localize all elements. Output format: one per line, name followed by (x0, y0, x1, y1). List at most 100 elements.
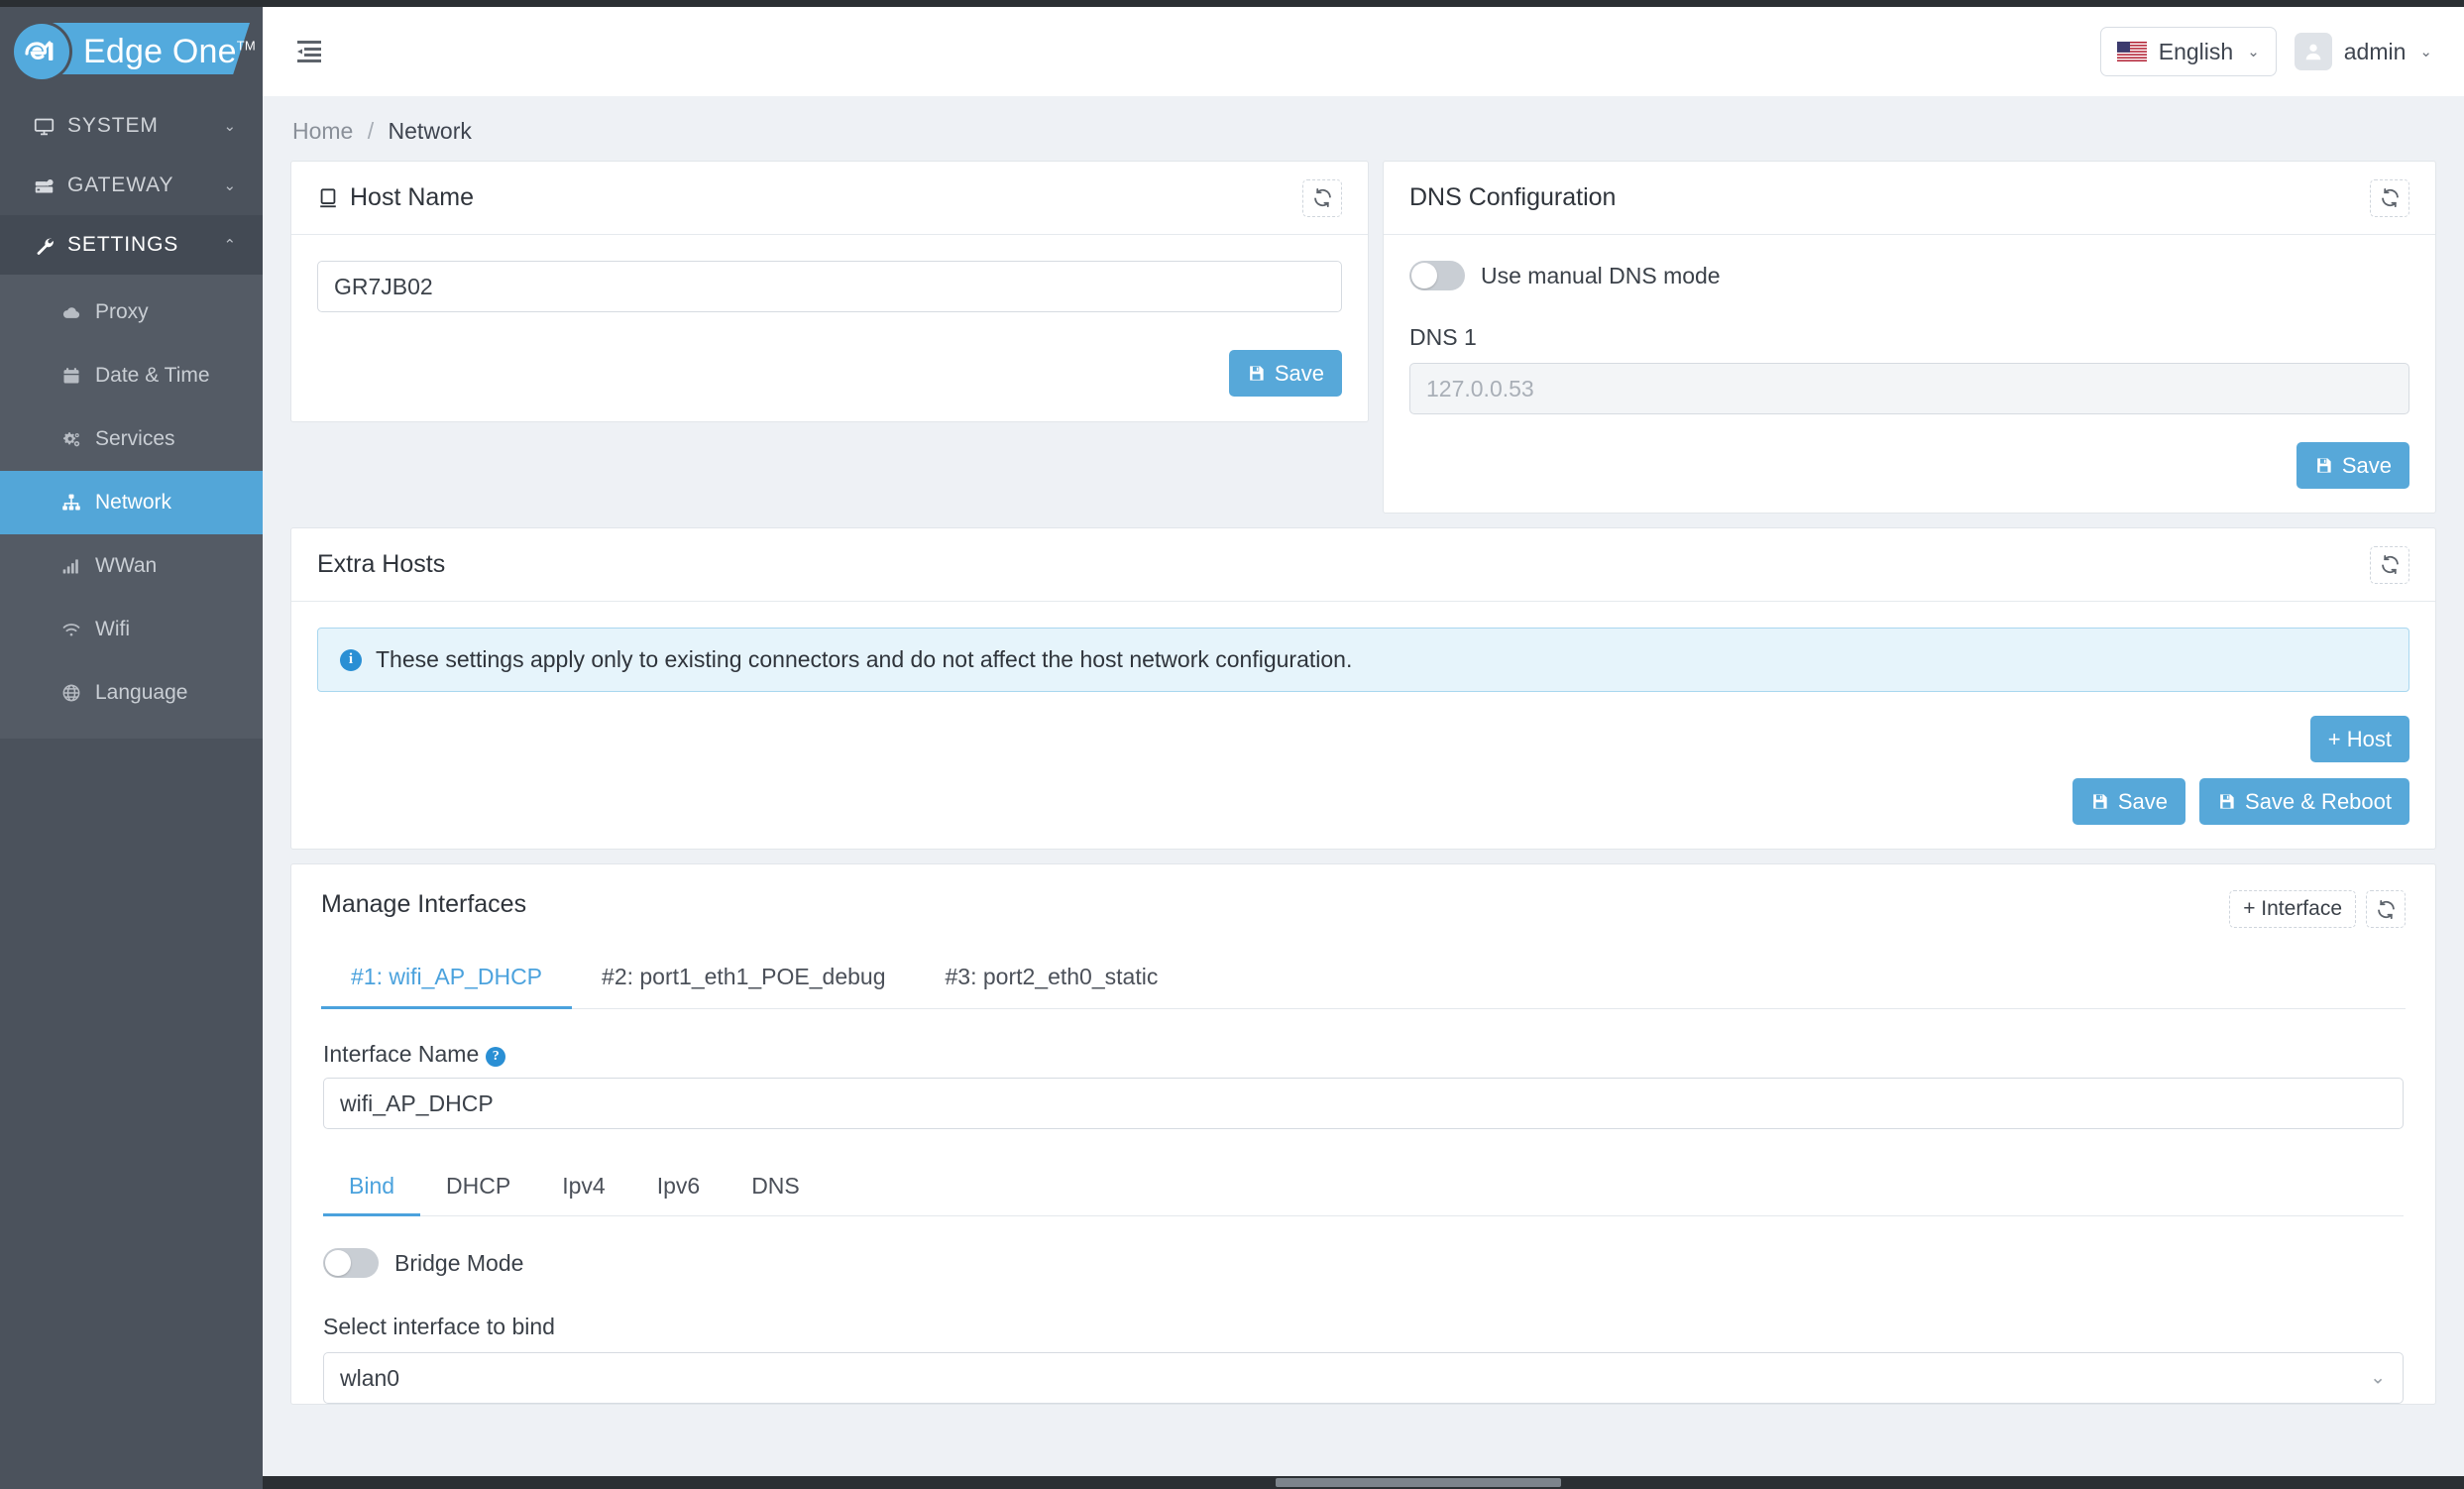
subtab-bind[interactable]: Bind (323, 1161, 421, 1216)
interface-name-label: Interface Name? (323, 1041, 2404, 1068)
select-interface-to-bind[interactable] (323, 1352, 2404, 1404)
subtab-ipv6[interactable]: Ipv6 (631, 1161, 726, 1216)
extra-hosts-actions: Save Save & Reboot (317, 778, 2409, 825)
sidebar-group-settings[interactable]: SETTINGS ⌃ (0, 215, 263, 275)
chevron-down-icon: ⌄ (223, 118, 237, 135)
user-name: admin (2343, 38, 2407, 64)
host-name-save-button[interactable]: Save (1228, 350, 1342, 397)
horizontal-scrollbar[interactable] (263, 1476, 2464, 1489)
sidebar-item-label: Date & Time (95, 364, 210, 387)
dns-card-actions: Save (1409, 442, 2409, 489)
e1-logo-icon (14, 24, 69, 79)
cloud-icon (61, 302, 95, 322)
sidebar-group-gateway[interactable]: GATEWAY ⌄ (0, 156, 263, 215)
bridge-mode-row: Bridge Mode (323, 1248, 2404, 1278)
dns-save-label: Save (2341, 452, 2392, 478)
host-name-card: Host Name GR7JB02 Save (290, 161, 1369, 422)
avatar (2294, 33, 2332, 70)
select-interface-label: Select interface to bind (323, 1314, 555, 1339)
language-selector[interactable]: English ⌄ (2099, 27, 2277, 76)
dns-card-title-text: DNS Configuration (1409, 183, 1617, 211)
add-interface-button[interactable]: + Interface (2229, 890, 2356, 928)
help-circle-icon[interactable]: ? (486, 1047, 506, 1067)
sidebar-item-label: Proxy (95, 300, 149, 323)
dns1-input[interactable] (1409, 363, 2409, 414)
dns1-field-group: DNS 1 (1409, 324, 2409, 414)
top-header: English ⌄ admin ⌄ (263, 7, 2464, 96)
subtab-dns[interactable]: DNS (726, 1161, 826, 1216)
dns-card-header: DNS Configuration (1384, 162, 2435, 235)
extra-hosts-save-label: Save (2117, 788, 2169, 814)
refresh-icon[interactable] (2370, 545, 2409, 584)
brand-logo[interactable]: Edge OneTM (0, 7, 263, 96)
collapse-sidebar-icon[interactable] (288, 32, 328, 71)
breadcrumb-home[interactable]: Home (292, 118, 353, 144)
sidebar-item-label: Language (95, 681, 188, 704)
host-name-actions: Save (317, 350, 1342, 397)
sidebar-submenu-settings: Proxy Date & Time Services Network WWan … (0, 275, 263, 739)
scrollbar-thumb[interactable] (1275, 1478, 1562, 1487)
interface-panel: Interface Name? Bind DHCP Ipv4 Ipv6 DNS (321, 1009, 2406, 1404)
sidebar-group-system[interactable]: SYSTEM ⌄ (0, 96, 263, 156)
interface-tab-2[interactable]: #2: port1_eth1_POE_debug (572, 950, 915, 1009)
header-actions: English ⌄ admin ⌄ (2099, 27, 2432, 76)
language-label: English (2158, 38, 2234, 64)
refresh-icon[interactable] (2366, 890, 2406, 928)
globe-icon (61, 683, 95, 703)
extra-hosts-card: Extra Hosts i These settings apply only … (290, 527, 2436, 850)
dns-card-title: DNS Configuration (1409, 183, 1616, 212)
sidebar-item-services[interactable]: Services (0, 407, 263, 471)
manual-dns-toggle[interactable] (1409, 261, 1465, 290)
interface-subtabs: Bind DHCP Ipv4 Ipv6 DNS (323, 1161, 2404, 1216)
subtab-dhcp[interactable]: DHCP (420, 1161, 536, 1216)
interface-name-input[interactable] (323, 1078, 2404, 1129)
interface-tabs: #1: wifi_AP_DHCP #2: port1_eth1_POE_debu… (321, 950, 2406, 1009)
sidebar-item-wwan[interactable]: WWan (0, 534, 263, 598)
breadcrumb-current: Network (388, 118, 472, 144)
add-host-button[interactable]: + Host (2309, 716, 2409, 762)
bridge-mode-toggle[interactable] (323, 1248, 379, 1278)
manage-interfaces-card: Manage Interfaces + Interface #1: wifi_A… (290, 863, 2436, 1405)
save-icon (2317, 458, 2331, 473)
breadcrumb-separator: / (367, 118, 375, 144)
brand-tm: TM (236, 38, 256, 54)
select-interface-wrap: ⌄ (323, 1352, 2404, 1404)
chevron-up-icon: ⌃ (223, 237, 237, 254)
host-name-input[interactable] (317, 261, 1342, 312)
desktop-icon (320, 187, 336, 207)
manual-dns-toggle-row: Use manual DNS mode (1409, 261, 2409, 290)
add-interface-label: + Interface (2243, 897, 2342, 920)
server-icon (34, 175, 67, 196)
user-menu[interactable]: admin ⌄ (2294, 33, 2432, 70)
interface-tab-3[interactable]: #3: port2_eth0_static (916, 950, 1188, 1009)
us-flag-icon (2116, 42, 2147, 61)
refresh-icon[interactable] (1302, 178, 1342, 217)
dns-card-body: Use manual DNS mode DNS 1 127.0.0.53 Sav… (1384, 235, 2435, 513)
extra-hosts-save-reboot-button[interactable]: Save & Reboot (2199, 778, 2409, 825)
sidebar-item-label: Wifi (95, 618, 130, 640)
manage-interfaces-row: Manage Interfaces + Interface #1: wifi_A… (263, 863, 2464, 1419)
sidebar-item-proxy[interactable]: Proxy (0, 281, 263, 344)
extra-hosts-info-alert: i These settings apply only to existing … (317, 628, 2409, 692)
extra-hosts-title: Extra Hosts (317, 550, 445, 579)
app-root: Edge OneTM SYSTEM ⌄ GATEWAY ⌄ SETTINGS ⌃… (0, 7, 2464, 1489)
sidebar-item-network[interactable]: Network (0, 471, 263, 534)
dns-save-button[interactable]: Save (2296, 442, 2409, 489)
interface-tab-1[interactable]: #1: wifi_AP_DHCP (321, 950, 573, 1009)
sidebar-item-wifi[interactable]: Wifi (0, 598, 263, 661)
sidebar-item-label: WWan (95, 554, 158, 577)
manage-interfaces-actions: + Interface (2229, 890, 2406, 928)
refresh-icon[interactable] (2370, 178, 2409, 217)
extra-hosts-info-text: These settings apply only to existing co… (376, 646, 1353, 672)
extra-hosts-save-button[interactable]: Save (2072, 778, 2186, 825)
brand-name: Edge OneTM (83, 32, 256, 70)
sidebar-item-language[interactable]: Language (0, 661, 263, 725)
subtab-ipv4[interactable]: Ipv4 (536, 1161, 630, 1216)
calendar-icon (61, 366, 95, 386)
bridge-mode-label: Bridge Mode (394, 1249, 524, 1276)
top-cards-row: Host Name GR7JB02 Save DNS Configuration… (263, 161, 2464, 527)
sidebar-item-date-time[interactable]: Date & Time (0, 344, 263, 407)
extra-hosts-card-header: Extra Hosts (291, 528, 2435, 602)
dns-configuration-card: DNS Configuration Use manual DNS mode DN… (1383, 161, 2436, 514)
manage-interfaces-header: Manage Interfaces + Interface (321, 890, 2406, 928)
